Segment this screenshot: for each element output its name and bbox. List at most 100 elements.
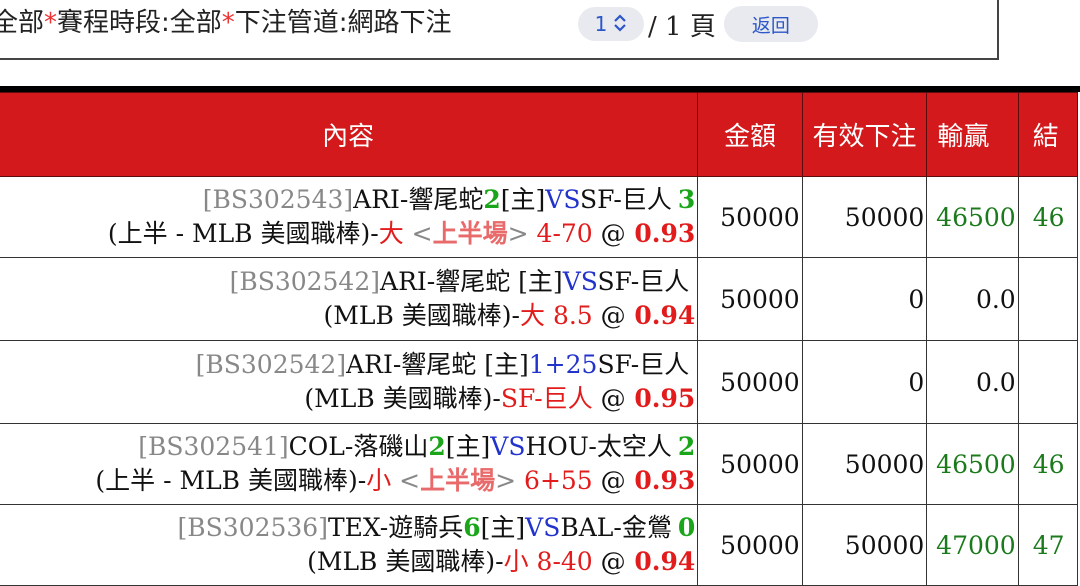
- bet-amount: 50000: [697, 257, 803, 341]
- bet-id: [BS302543]: [202, 185, 354, 214]
- filter-channel: 下注管道:網路下注: [234, 8, 452, 38]
- half-label: 上半場: [432, 219, 508, 248]
- away-score: 3: [677, 185, 696, 214]
- back-button[interactable]: 返回: [723, 6, 818, 42]
- page-select[interactable]: 1: [578, 7, 644, 41]
- bet-id: [BS302542]: [195, 350, 347, 379]
- home-tag: [主]: [480, 513, 526, 542]
- bet-line-2: (MLB 美國職棒)-小 8-40 @ 0.94: [0, 545, 695, 579]
- home-score: 2: [483, 185, 501, 214]
- vs-label: 1+25: [528, 350, 598, 379]
- half-open: <: [403, 219, 433, 248]
- bet-odds: 0.95: [625, 384, 696, 413]
- home-team: ARI-響尾蛇: [380, 267, 511, 296]
- col-header-result: 結: [1017, 92, 1079, 177]
- bet-line-1: [BS302542]ARI-響尾蛇 [主]VSSF-巨人: [0, 265, 695, 299]
- col-header-winloss: 輸贏: [926, 92, 1019, 177]
- bet-line: 8-40: [528, 547, 601, 576]
- page-total: / 1 頁: [648, 11, 716, 42]
- bet-line-1: [BS302541]COL-落磯山2[主]VSHOU-太空人 2: [0, 430, 695, 464]
- bet-line-1: [BS302542]ARI-響尾蛇 [主]1+25SF-巨人: [0, 348, 695, 382]
- bet-odds: 0.93: [625, 219, 696, 248]
- bet-result: [1017, 340, 1079, 424]
- filter-panel: 全部*賽程時段:全部*下注管道:網路下注 1 / 1 頁 返回: [0, 0, 999, 60]
- bet-line: 8.5: [545, 301, 601, 330]
- bet-id: [BS302536]: [177, 513, 328, 542]
- bet-effective: 50000: [801, 504, 928, 586]
- table-row: [BS302543]ARI-響尾蛇2[主]VSSF-巨人 3 (上半 - MLB …: [0, 176, 1079, 258]
- bet-line-2: (上半 - MLB 美國職棒)-大 <上半場> 4-70 @ 0.93: [0, 217, 695, 251]
- away-score: 2: [677, 432, 696, 461]
- away-score: 0: [677, 513, 696, 542]
- bet-pick: 小: [503, 547, 529, 576]
- bet-odds: 0.94: [625, 301, 696, 330]
- table-row: [BS302536]TEX-遊騎兵6[主]VSBAL-金鶯 0 (MLB 美國職棒…: [0, 504, 1079, 586]
- home-team: ARI-響尾蛇: [353, 185, 484, 214]
- required-star: *: [221, 8, 235, 38]
- bet-amount: 50000: [697, 504, 803, 586]
- bet-result: [1017, 257, 1079, 341]
- filter-prefix: 全部: [0, 8, 45, 38]
- at-sign: @: [600, 219, 626, 248]
- table-row: [BS302541]COL-落磯山2[主]VSHOU-太空人 2 (上半 - ML…: [0, 423, 1079, 505]
- bet-line-2: (MLB 美國職棒)-SF-巨人 @ 0.95: [0, 382, 695, 416]
- home-team: TEX-遊騎兵: [327, 513, 464, 542]
- vs-label: VS: [545, 185, 581, 214]
- half-label: 上半場: [420, 466, 496, 495]
- home-tag: [主]: [445, 432, 491, 461]
- bet-effective: 50000: [801, 176, 928, 258]
- bet-amount: 50000: [697, 423, 803, 505]
- bet-effective: 0: [801, 257, 928, 341]
- half-close: >: [495, 466, 517, 495]
- bet-amount: 50000: [697, 340, 803, 424]
- required-star: *: [44, 8, 58, 38]
- filter-period: 賽程時段:全部: [57, 8, 222, 38]
- bet-effective: 50000: [801, 423, 928, 505]
- table-header-row: 內容 金額 有效下注 輸贏 結: [0, 92, 1079, 177]
- bet-line-2: (上半 - MLB 美國職棒)-小 <上半場> 6+55 @ 0.93: [0, 464, 695, 498]
- bet-pick: SF-巨人: [500, 384, 593, 413]
- away-team: SF-巨人: [580, 185, 672, 214]
- bet-content: [BS302541]COL-落磯山2[主]VSHOU-太空人 2 (上半 - ML…: [0, 423, 699, 505]
- bet-result: 46: [1017, 176, 1079, 258]
- at-sign: @: [600, 384, 626, 413]
- bet-winloss: 46500: [926, 423, 1019, 505]
- home-tag: [主]: [500, 185, 546, 214]
- at-sign: @: [600, 547, 626, 576]
- bet-content: [BS302542]ARI-響尾蛇 [主]1+25SF-巨人 (MLB 美國職棒…: [0, 340, 699, 424]
- bet-content: [BS302536]TEX-遊騎兵6[主]VSBAL-金鶯 0 (MLB 美國職棒…: [0, 504, 699, 586]
- bet-id: [BS302542]: [229, 267, 381, 296]
- table-row: [BS302542]ARI-響尾蛇 [主]VSSF-巨人 (MLB 美國職棒)-…: [0, 257, 1079, 341]
- home-team: COL-落磯山: [288, 432, 429, 461]
- bet-amount: 50000: [697, 176, 803, 258]
- table-row: [BS302542]ARI-響尾蛇 [主]1+25SF-巨人 (MLB 美國職棒…: [0, 340, 1079, 424]
- bet-line: 4-70: [528, 219, 601, 248]
- bets-table: 內容 金額 有效下注 輸贏 結 [BS302543]ARI-響尾蛇2[主]VSS…: [0, 92, 1079, 586]
- bet-result: 47: [1017, 504, 1079, 586]
- bet-pick: 小: [366, 466, 392, 495]
- home-score: 6: [463, 513, 481, 542]
- col-header-amount: 金額: [697, 92, 803, 177]
- bet-scope: (上半 - MLB 美國職棒)-: [95, 466, 367, 495]
- bet-pick: 大: [378, 219, 404, 248]
- bet-id: [BS302541]: [138, 432, 289, 461]
- col-header-effective: 有效下注: [801, 92, 928, 177]
- half-open: <: [391, 466, 421, 495]
- bet-pick: 大: [519, 301, 545, 330]
- bet-winloss: 0.0: [926, 340, 1019, 424]
- bet-content: [BS302543]ARI-響尾蛇2[主]VSSF-巨人 3 (上半 - MLB …: [0, 176, 699, 258]
- bet-line: [593, 384, 601, 413]
- at-sign: @: [600, 301, 626, 330]
- bet-effective: 0: [801, 340, 928, 424]
- half-close: >: [507, 219, 529, 248]
- bet-line: 6+55: [516, 466, 601, 495]
- bet-winloss: 46500: [926, 176, 1019, 258]
- home-score: 2: [428, 432, 446, 461]
- bet-line-1: [BS302543]ARI-響尾蛇2[主]VSSF-巨人 3: [0, 183, 696, 217]
- bet-content: [BS302542]ARI-響尾蛇 [主]VSSF-巨人 (MLB 美國職棒)-…: [0, 257, 699, 341]
- away-team: BAL-金鶯: [560, 513, 672, 542]
- chevron-updown-icon: [613, 13, 627, 35]
- bet-line-1: [BS302536]TEX-遊騎兵6[主]VSBAL-金鶯 0: [0, 511, 696, 545]
- home-tag: [主]: [476, 350, 529, 379]
- bet-odds: 0.93: [625, 466, 696, 495]
